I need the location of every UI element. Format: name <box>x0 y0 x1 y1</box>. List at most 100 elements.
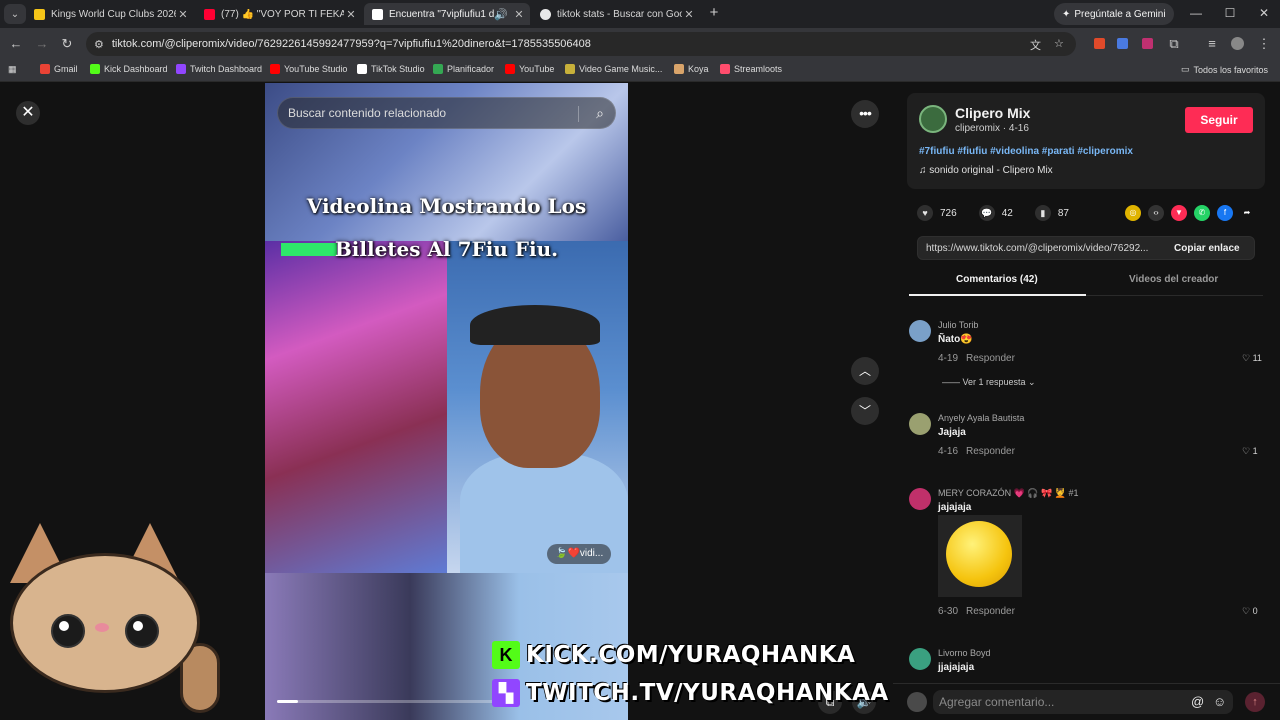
reply-button[interactable]: Responder <box>966 446 1015 457</box>
next-video-button[interactable]: ﹀ <box>851 397 879 425</box>
browser-tab[interactable]: tiktok stats - Buscar con Googl ✕ <box>532 3 700 25</box>
follow-button[interactable]: Seguir <box>1185 107 1253 133</box>
browser-tab-active[interactable]: Encuentra "7vipfiufiu1 dine 🔊 ✕ <box>364 3 530 25</box>
mention-icon[interactable]: @ <box>1191 694 1204 709</box>
comment-like[interactable]: ♡ 1 <box>1242 446 1258 457</box>
bookmark-label: Twitch Dashboard <box>190 64 263 74</box>
close-tab-icon[interactable]: ✕ <box>512 8 526 21</box>
gemini-icon: ✦ <box>1062 8 1071 20</box>
extensions-puzzle-icon[interactable]: ⧉ <box>1166 36 1182 52</box>
emoji-icon[interactable]: ☺ <box>1213 694 1226 709</box>
facebook-icon[interactable]: f <box>1217 205 1233 221</box>
heart-outline-icon: ♡ <box>1242 353 1253 363</box>
creator-avatar[interactable] <box>919 105 947 133</box>
browser-tab[interactable]: (77) 👍 "VOY POR TI FEKA" 🔥 ✕ <box>196 3 362 25</box>
apps-grid-icon[interactable]: ▦ <box>8 64 17 75</box>
reply-button[interactable]: Responder <box>966 606 1015 617</box>
tab-favicon <box>372 8 383 20</box>
embed-code-icon[interactable]: ‹› <box>1148 205 1164 221</box>
bookmark-star-icon[interactable]: ☆ <box>1054 37 1064 50</box>
view-replies-button[interactable]: —— Ver 1 respuesta ⌄ <box>942 377 1036 388</box>
bookmark-twitch[interactable]: Twitch Dashboard <box>176 64 262 74</box>
close-window-icon[interactable]: ✕ <box>1256 6 1272 20</box>
reload-icon[interactable]: ↻ <box>59 36 75 52</box>
commenter-avatar[interactable] <box>909 320 931 342</box>
extension-icon[interactable] <box>1117 38 1128 49</box>
maximize-icon[interactable]: ☐ <box>1222 6 1238 20</box>
reply-button[interactable]: Responder <box>966 353 1015 364</box>
profile-avatar[interactable] <box>1231 37 1244 50</box>
creator-name[interactable]: Clipero Mix <box>955 105 1030 121</box>
new-tab-button[interactable]: + <box>706 5 722 21</box>
twitch-url: TWITCH.TV/YURAQHANKAA <box>526 680 889 706</box>
commenter-name[interactable]: Julio Torib <box>938 320 978 330</box>
close-tab-icon[interactable]: ✕ <box>176 8 190 21</box>
related-search-bar[interactable]: Buscar contenido relacionado ⌕ <box>277 97 616 129</box>
close-tab-icon[interactable]: ✕ <box>344 8 358 21</box>
commenter-avatar[interactable] <box>909 413 931 435</box>
back-icon[interactable]: ← <box>8 36 24 52</box>
whatsapp-icon[interactable]: ✆ <box>1194 205 1210 221</box>
comment-input[interactable] <box>933 690 1233 714</box>
site-info-icon[interactable]: ⚙ <box>94 38 104 51</box>
bookmark-gmail[interactable]: Gmail <box>40 64 78 74</box>
bookmark-video-game-music[interactable]: Video Game Music... <box>565 64 662 74</box>
bookmark-tiktok-studio[interactable]: TikTok Studio <box>357 64 425 74</box>
video-progress-bar[interactable] <box>277 700 507 703</box>
commenter-name[interactable]: Livorno Boyd <box>938 648 991 658</box>
creator-handle-date: cliperomix · 4-16 <box>955 123 1029 134</box>
minimize-icon[interactable]: — <box>1188 6 1204 20</box>
comment-text: jajajaja <box>938 502 972 513</box>
extension-icon[interactable] <box>1094 38 1105 49</box>
comment-composer: @ ☺ ↑ <box>893 683 1280 720</box>
tab-title: Kings World Cup Clubs 2026 <box>51 8 176 20</box>
more-options-button[interactable]: ••• <box>851 100 879 128</box>
address-bar[interactable]: ⚙ tiktok.com/@cliperomix/video/762922614… <box>86 32 1076 56</box>
previous-video-button[interactable]: ︿ <box>851 357 879 385</box>
commenter-avatar[interactable] <box>909 488 931 510</box>
post-comment-button[interactable]: ↑ <box>1245 692 1265 712</box>
tab-title: Encuentra "7vipfiufiu1 dine <box>389 8 494 20</box>
bookmark-kick[interactable]: Kick Dashboard <box>90 64 168 74</box>
copy-link-button[interactable]: Copiar enlace <box>1174 243 1240 254</box>
close-tab-icon[interactable]: ✕ <box>682 8 696 21</box>
bookmark-youtube[interactable]: YouTube <box>505 64 554 74</box>
video-hashtags[interactable]: #7fiufiu #fiufiu #videolina #parati #cli… <box>919 146 1133 157</box>
comment-bubble-icon[interactable]: 💬 <box>978 205 995 221</box>
search-icon[interactable]: ⌕ <box>596 105 604 122</box>
tab-search-button[interactable]: ⌄ <box>4 4 26 24</box>
media-controls-icon[interactable]: ≡ <box>1204 36 1220 52</box>
url-text[interactable]: tiktok.com/@cliperomix/video/76292261459… <box>112 38 591 50</box>
bookmark-label: Kick Dashboard <box>104 64 168 74</box>
gemini-button[interactable]: ✦ Pregúntale a Gemini <box>1054 3 1174 25</box>
bookmark-youtube-studio[interactable]: YouTube Studio <box>270 64 347 74</box>
send-icon[interactable]: ▼ <box>1171 205 1187 221</box>
tab-comments[interactable]: Comentarios (42) <box>956 274 1038 285</box>
like-heart-icon[interactable]: ♥ <box>917 205 933 221</box>
share-coin-icon[interactable]: ◎ <box>1125 205 1141 221</box>
menu-kebab-icon[interactable]: ⋮ <box>1256 36 1272 52</box>
bookmark-planificador[interactable]: Planificador <box>433 64 494 74</box>
speaker-icon[interactable]: 🔊 <box>494 8 508 21</box>
browser-tab[interactable]: Kings World Cup Clubs 2026 ✕ <box>26 3 194 25</box>
bookmark-icon[interactable]: ▮ <box>1034 205 1051 221</box>
share-link-text[interactable]: https://www.tiktok.com/@cliperomix/video… <box>926 243 1164 254</box>
translate-icon[interactable]: 文 <box>1030 37 1041 53</box>
comment-like[interactable]: ♡ 11 <box>1242 353 1262 364</box>
share-arrow-icon[interactable]: ➦ <box>1239 205 1255 221</box>
extension-icon[interactable] <box>1142 38 1153 49</box>
commenter-name[interactable]: Anyely Ayala Bautista <box>938 413 1024 423</box>
all-favorites[interactable]: ▭ Todos los favoritos <box>1181 64 1268 75</box>
bookmark-koya[interactable]: Koya <box>674 64 709 74</box>
bookmark-streamloots[interactable]: Streamloots <box>720 64 782 74</box>
kick-overlay: K KICK.COM/YURAQHANKA <box>492 641 855 669</box>
video-player[interactable]: Buscar contenido relacionado ⌕ Videolina… <box>265 83 628 720</box>
tab-creator-videos[interactable]: Videos del creador <box>1129 274 1218 285</box>
forward-icon[interactable]: → <box>34 36 50 52</box>
sound-link[interactable]: ♫ sonido original - Clipero Mix <box>919 165 1053 176</box>
close-video-button[interactable]: ✕ <box>16 101 40 125</box>
commenter-name[interactable]: MERY CORAZÓN 💗 🎧 🎀 💆 #1 <box>938 488 1079 499</box>
comment-like[interactable]: ♡ 0 <box>1242 606 1258 617</box>
commenter-avatar[interactable] <box>909 648 931 670</box>
video-caption-line-2: Billetes Al 7Fiu Fiu. <box>334 237 559 261</box>
